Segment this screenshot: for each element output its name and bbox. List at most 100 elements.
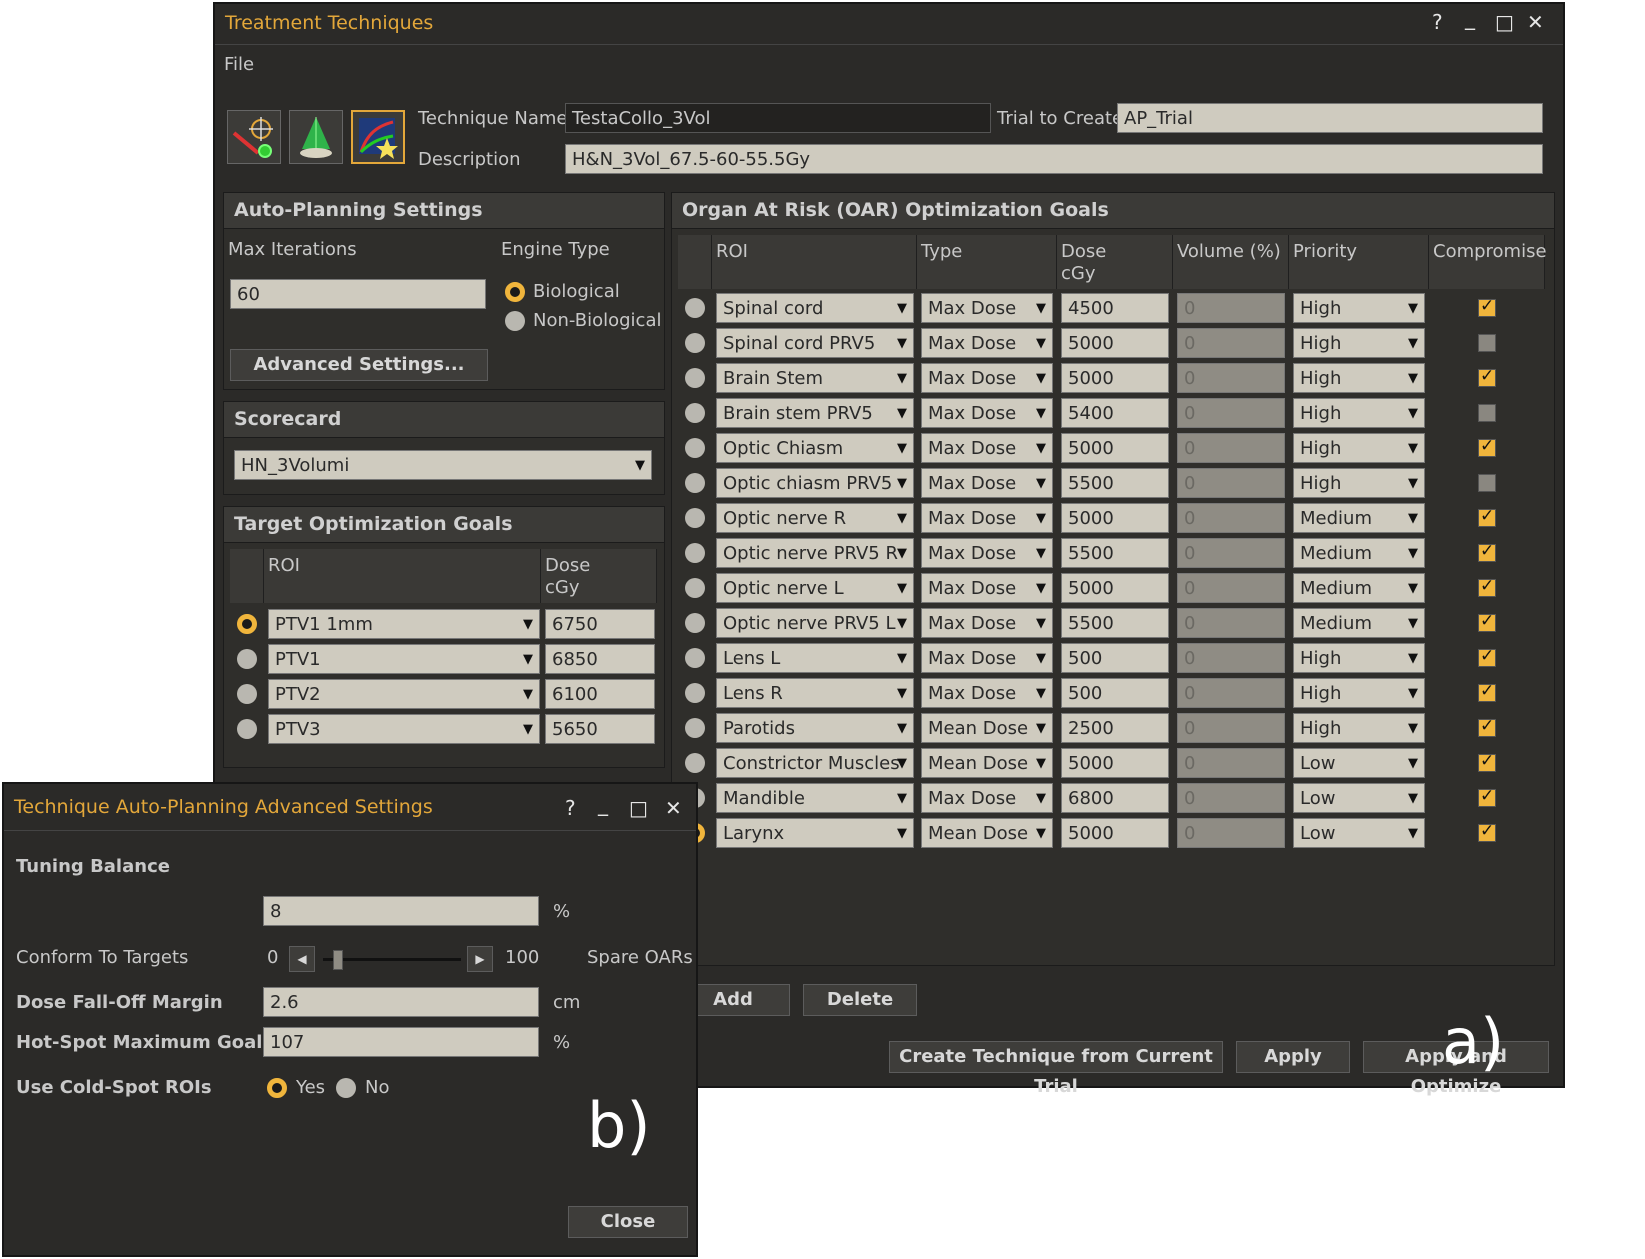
advanced-minimize-button[interactable]: _ (598, 792, 608, 816)
hotspot-goal-input[interactable]: 107 (263, 1027, 539, 1057)
oar-priority-select[interactable]: Medium ▼ (1293, 538, 1425, 568)
oar-compromise-checkbox[interactable] (1478, 576, 1496, 597)
advanced-close-button[interactable]: Close (568, 1206, 688, 1238)
trial-to-create-input[interactable]: AP_Trial (1117, 103, 1543, 133)
auto-planning-button[interactable] (351, 110, 405, 164)
target-dose-input[interactable]: 5650 (545, 714, 655, 744)
oar-row-select-radio[interactable] (685, 578, 705, 598)
oar-priority-select[interactable]: Low ▼ (1293, 783, 1425, 813)
description-input[interactable]: H&N_3Vol_67.5-60-55.5Gy (565, 144, 1543, 174)
delete-button[interactable]: Delete (803, 984, 917, 1016)
oar-dose-input[interactable]: 5000 (1061, 748, 1169, 778)
target-row-select-radio[interactable] (237, 649, 257, 669)
oar-row-select-radio[interactable] (685, 683, 705, 703)
beam-setup-button[interactable] (227, 110, 281, 164)
minimize-button[interactable]: _ (1465, 6, 1475, 30)
oar-priority-select[interactable]: High ▼ (1293, 328, 1425, 358)
target-dose-input[interactable]: 6100 (545, 679, 655, 709)
oar-roi-select[interactable]: Brain stem PRV5 ▼ (716, 398, 914, 428)
target-row-select-radio[interactable] (237, 719, 257, 739)
oar-row-select-radio[interactable] (685, 438, 705, 458)
target-dose-input[interactable]: 6750 (545, 609, 655, 639)
create-technique-button[interactable]: Create Technique from Current Trial (889, 1041, 1223, 1097)
oar-priority-select[interactable]: High ▼ (1293, 713, 1425, 743)
oar-row-select-radio[interactable] (685, 473, 705, 493)
oar-priority-select[interactable]: High ▼ (1293, 433, 1425, 463)
menu-file[interactable]: File (224, 54, 254, 75)
close-window-button[interactable]: ✕ (1527, 10, 1544, 34)
oar-compromise-checkbox[interactable] (1478, 786, 1496, 807)
engine-non-biological-radio[interactable] (505, 311, 525, 331)
oar-type-select[interactable]: Max Dose ▼ (921, 328, 1053, 358)
target-roi-select[interactable]: PTV3 ▼ (268, 714, 540, 744)
dose-distribution-button[interactable] (289, 110, 343, 164)
oar-row-select-radio[interactable] (685, 508, 705, 528)
dose-falloff-input[interactable]: 2.6 (263, 987, 539, 1017)
oar-roi-select[interactable]: Lens L ▼ (716, 643, 914, 673)
oar-roi-select[interactable]: Spinal cord ▼ (716, 293, 914, 323)
oar-dose-input[interactable]: 5500 (1061, 608, 1169, 638)
oar-type-select[interactable]: Max Dose ▼ (921, 538, 1053, 568)
oar-roi-select[interactable]: Optic nerve R ▼ (716, 503, 914, 533)
oar-compromise-checkbox[interactable] (1478, 821, 1496, 842)
oar-dose-input[interactable]: 4500 (1061, 293, 1169, 323)
oar-priority-select[interactable]: High ▼ (1293, 293, 1425, 323)
oar-type-select[interactable]: Mean Dose ▼ (921, 818, 1053, 848)
oar-type-select[interactable]: Max Dose ▼ (921, 608, 1053, 638)
oar-row-select-radio[interactable] (685, 543, 705, 563)
oar-priority-select[interactable]: High ▼ (1293, 678, 1425, 708)
oar-roi-select[interactable]: Optic Chiasm ▼ (716, 433, 914, 463)
engine-biological-radio[interactable] (505, 282, 525, 302)
oar-priority-select[interactable]: High ▼ (1293, 468, 1425, 498)
oar-compromise-checkbox[interactable] (1478, 541, 1496, 562)
oar-compromise-checkbox[interactable] (1478, 366, 1496, 387)
oar-priority-select[interactable]: High ▼ (1293, 643, 1425, 673)
maximize-button[interactable]: □ (1495, 10, 1514, 34)
advanced-close-window-button[interactable]: ✕ (665, 796, 682, 820)
oar-priority-select[interactable]: High ▼ (1293, 398, 1425, 428)
target-row-select-radio[interactable] (237, 614, 257, 634)
oar-compromise-checkbox[interactable] (1478, 611, 1496, 632)
oar-priority-select[interactable]: High ▼ (1293, 363, 1425, 393)
oar-type-select[interactable]: Max Dose ▼ (921, 503, 1053, 533)
oar-row-select-radio[interactable] (685, 613, 705, 633)
oar-dose-input[interactable]: 5500 (1061, 538, 1169, 568)
oar-row-select-radio[interactable] (685, 298, 705, 318)
oar-priority-select[interactable]: Low ▼ (1293, 818, 1425, 848)
oar-roi-select[interactable]: Optic nerve PRV5 R ▼ (716, 538, 914, 568)
oar-roi-select[interactable]: Mandible ▼ (716, 783, 914, 813)
oar-roi-select[interactable]: Larynx ▼ (716, 818, 914, 848)
oar-compromise-checkbox[interactable] (1478, 436, 1496, 457)
oar-type-select[interactable]: Max Dose ▼ (921, 678, 1053, 708)
target-row-select-radio[interactable] (237, 684, 257, 704)
oar-roi-select[interactable]: Lens R ▼ (716, 678, 914, 708)
oar-compromise-checkbox[interactable] (1478, 506, 1496, 527)
target-roi-select[interactable]: PTV1 ▼ (268, 644, 540, 674)
oar-priority-select[interactable]: Medium ▼ (1293, 608, 1425, 638)
oar-roi-select[interactable]: Constrictor Muscles ▼ (716, 748, 914, 778)
oar-type-select[interactable]: Max Dose ▼ (921, 468, 1053, 498)
oar-dose-input[interactable]: 5000 (1061, 363, 1169, 393)
oar-roi-select[interactable]: Spinal cord PRV5 ▼ (716, 328, 914, 358)
oar-compromise-checkbox[interactable] (1478, 716, 1496, 737)
oar-type-select[interactable]: Mean Dose ▼ (921, 713, 1053, 743)
oar-type-select[interactable]: Mean Dose ▼ (921, 748, 1053, 778)
advanced-settings-button[interactable]: Advanced Settings... (230, 349, 488, 381)
target-dose-input[interactable]: 6850 (545, 644, 655, 674)
oar-dose-input[interactable]: 5500 (1061, 468, 1169, 498)
oar-dose-input[interactable]: 6800 (1061, 783, 1169, 813)
tuning-slider-track[interactable] (323, 950, 461, 970)
oar-row-select-radio[interactable] (685, 403, 705, 423)
oar-roi-select[interactable]: Parotids ▼ (716, 713, 914, 743)
oar-roi-select[interactable]: Optic chiasm PRV5 ▼ (716, 468, 914, 498)
tuning-balance-input[interactable]: 8 (263, 896, 539, 926)
max-iterations-input[interactable]: 60 (230, 279, 486, 309)
oar-dose-input[interactable]: 500 (1061, 678, 1169, 708)
oar-dose-input[interactable]: 5000 (1061, 818, 1169, 848)
oar-dose-input[interactable]: 500 (1061, 643, 1169, 673)
coldspot-no-radio[interactable] (336, 1078, 356, 1098)
oar-type-select[interactable]: Max Dose ▼ (921, 398, 1053, 428)
oar-compromise-checkbox[interactable] (1478, 296, 1496, 317)
oar-dose-input[interactable]: 5400 (1061, 398, 1169, 428)
apply-button[interactable]: Apply (1236, 1041, 1350, 1073)
